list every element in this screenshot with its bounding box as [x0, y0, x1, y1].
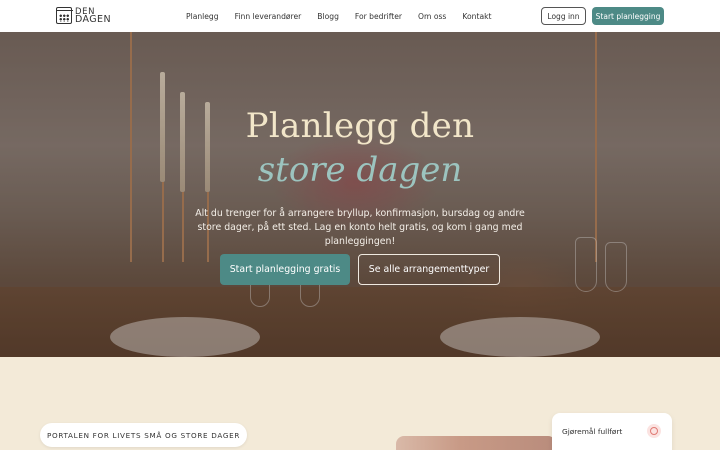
- login-button[interactable]: Logg inn: [541, 7, 586, 25]
- portal-tagline-pill: PORTALEN FOR LIVETS SMÅ OG STORE DAGER: [40, 423, 247, 447]
- nav-item-kontakt[interactable]: Kontakt: [462, 12, 491, 21]
- site-header: DEN DAGEN Planlegg Finn leverandører Blo…: [0, 0, 720, 32]
- target-icon: [647, 424, 661, 438]
- nav-item-planlegg[interactable]: Planlegg: [186, 12, 219, 21]
- tasks-completed-card: Gjøremål fullført: [552, 413, 672, 450]
- logo[interactable]: DEN DAGEN: [55, 7, 111, 25]
- hero-subtitle: Alt du trenger for å arrangere bryllup, …: [195, 208, 525, 247]
- tasks-completed-label: Gjøremål fullført: [562, 427, 623, 436]
- hero-title-line1: Planlegg den: [245, 106, 475, 146]
- calendar-icon: [55, 7, 73, 24]
- nav-item-blogg[interactable]: Blogg: [317, 12, 339, 21]
- logo-text-line2: DAGEN: [75, 13, 111, 25]
- nav-item-om-oss[interactable]: Om oss: [418, 12, 446, 21]
- nav-item-finn-leverandorer[interactable]: Finn leverandører: [235, 12, 302, 21]
- nav-item-for-bedrifter[interactable]: For bedrifter: [355, 12, 402, 21]
- hero-title-line2: store dagen: [257, 150, 463, 190]
- start-planning-free-button[interactable]: Start planlegging gratis: [220, 254, 350, 285]
- main-nav: Planlegg Finn leverandører Blogg For bed…: [186, 0, 507, 32]
- start-planning-button[interactable]: Start planlegging: [592, 7, 664, 25]
- see-event-types-button[interactable]: Se alle arrangementtyper: [358, 254, 500, 285]
- hero-section: Planlegg den store dagen Alt du trenger …: [0, 32, 720, 357]
- feature-photo: [396, 436, 556, 450]
